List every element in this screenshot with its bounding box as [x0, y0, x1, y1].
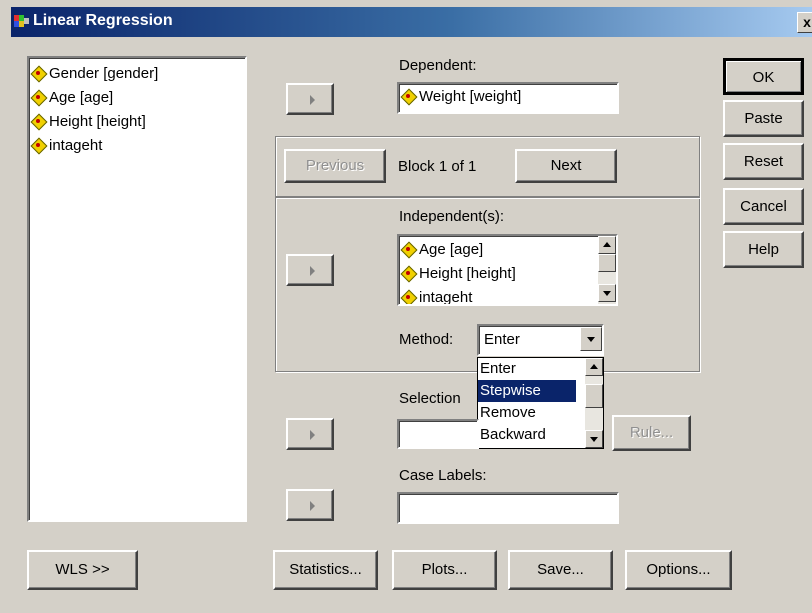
scroll-up-button[interactable]	[598, 236, 616, 254]
move-to-case-labels-button[interactable]	[286, 489, 334, 521]
help-button[interactable]: Help	[723, 231, 804, 268]
variable-icon	[401, 242, 415, 256]
source-variable-list[interactable]: Gender [gender] Age [age] Height [height…	[27, 56, 247, 522]
block-indicator: Block 1 of 1	[398, 158, 477, 175]
options-button[interactable]: Options...	[625, 550, 732, 590]
app-icon	[14, 15, 29, 29]
method-option-stepwise[interactable]: Stepwise	[478, 380, 576, 402]
next-button[interactable]: Next	[515, 149, 617, 183]
down-arrow-icon	[603, 291, 611, 296]
move-to-selection-button[interactable]	[286, 418, 334, 450]
variable-label: Gender [gender]	[49, 65, 159, 82]
variable-label: intageht	[49, 137, 103, 154]
move-to-dependent-button[interactable]	[286, 83, 334, 115]
list-item[interactable]: Height [height]	[29, 110, 245, 134]
case-labels-field[interactable]	[397, 492, 619, 524]
variable-icon	[31, 90, 45, 104]
scroll-down-button[interactable]	[598, 284, 616, 302]
previous-button[interactable]: Previous	[284, 149, 386, 183]
paste-button[interactable]: Paste	[723, 100, 804, 137]
ok-button[interactable]: OK	[723, 58, 804, 95]
method-label: Method:	[399, 331, 454, 348]
independent-label: intageht	[419, 289, 473, 306]
list-item[interactable]: Age [age]	[399, 238, 616, 262]
window-title: Linear Regression	[33, 12, 173, 29]
reset-button[interactable]: Reset	[723, 143, 804, 180]
scroll-down-button[interactable]	[585, 430, 603, 448]
right-arrow-icon	[310, 95, 315, 105]
right-arrow-icon	[310, 266, 315, 276]
scroll-up-button[interactable]	[585, 358, 603, 376]
chevron-down-icon	[587, 337, 595, 342]
independent-label: Height [height]	[419, 265, 516, 282]
selection-variable-label: Selection	[399, 390, 461, 407]
title-bar[interactable]: Linear Regression x	[11, 7, 812, 37]
list-item[interactable]: intageht	[29, 134, 245, 158]
right-arrow-icon	[310, 501, 315, 511]
block-divider	[275, 196, 700, 198]
dependent-value: Weight [weight]	[419, 88, 522, 105]
independents-scrollbar[interactable]	[598, 236, 616, 304]
scroll-thumb[interactable]	[585, 384, 603, 408]
variable-icon	[31, 66, 45, 80]
cancel-button[interactable]: Cancel	[723, 188, 804, 225]
variable-icon	[401, 290, 415, 304]
variable-label: Age [age]	[49, 89, 114, 106]
independents-label: Independent(s):	[399, 208, 505, 225]
selection-variable-field[interactable]	[397, 419, 479, 449]
list-item[interactable]: Height [height]	[399, 262, 616, 286]
up-arrow-icon	[590, 364, 598, 369]
plots-button[interactable]: Plots...	[392, 550, 497, 590]
method-dropdown-list[interactable]: Enter Stepwise Remove Backward	[477, 357, 604, 449]
list-item[interactable]: intageht	[399, 286, 616, 306]
move-to-independents-button[interactable]	[286, 254, 334, 286]
rule-button[interactable]: Rule...	[612, 415, 691, 451]
close-button[interactable]: x	[797, 12, 812, 33]
variable-icon	[31, 114, 45, 128]
list-item[interactable]: Gender [gender]	[29, 62, 245, 86]
variable-icon	[401, 89, 415, 103]
save-button[interactable]: Save...	[508, 550, 613, 590]
method-select[interactable]: Enter	[477, 324, 604, 356]
up-arrow-icon	[603, 242, 611, 247]
linear-regression-dialog: Linear Regression x Gender [gender] Age …	[0, 0, 812, 613]
method-selected: Enter	[484, 331, 520, 348]
method-list-scrollbar[interactable]	[585, 358, 603, 448]
dependent-label: Dependent:	[399, 57, 477, 74]
independent-label: Age [age]	[419, 241, 484, 258]
down-arrow-icon	[590, 437, 598, 442]
case-labels-label: Case Labels:	[399, 467, 487, 484]
scroll-thumb[interactable]	[598, 254, 616, 272]
variable-icon	[31, 138, 45, 152]
dependent-field[interactable]: Weight [weight]	[397, 82, 619, 114]
statistics-button[interactable]: Statistics...	[273, 550, 378, 590]
variable-icon	[401, 266, 415, 280]
right-arrow-icon	[310, 430, 315, 440]
variable-label: Height [height]	[49, 113, 146, 130]
method-dropdown-button[interactable]	[580, 327, 602, 351]
independents-list[interactable]: Age [age] Height [height] intageht	[397, 234, 618, 306]
list-item[interactable]: Age [age]	[29, 86, 245, 110]
wls-button[interactable]: WLS >>	[27, 550, 138, 590]
